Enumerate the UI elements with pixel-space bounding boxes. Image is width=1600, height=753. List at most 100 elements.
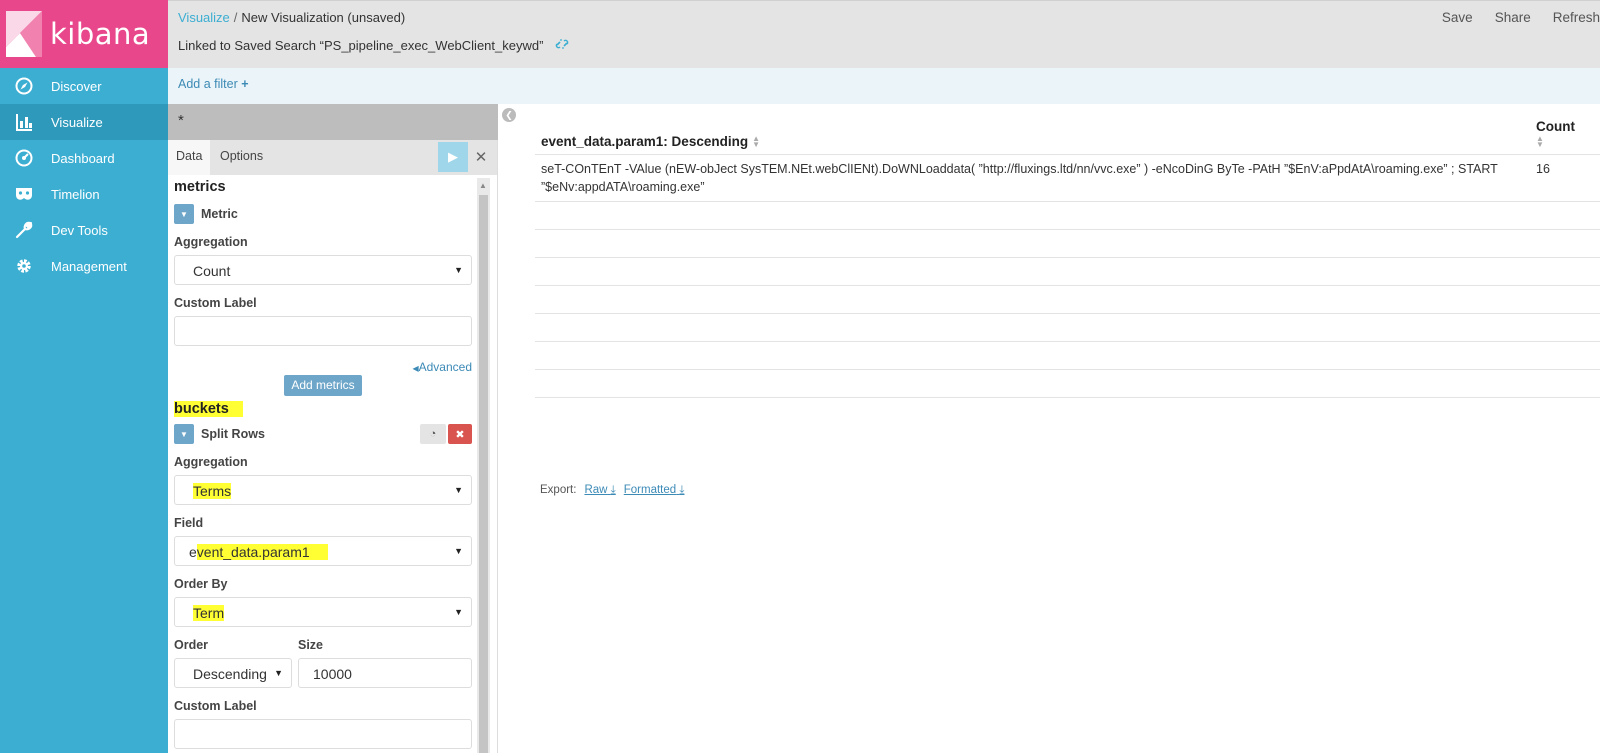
order-select[interactable]: Descending ▼ bbox=[174, 658, 292, 688]
breadcrumb-current: New Visualization (unsaved) bbox=[241, 10, 406, 25]
compass-icon bbox=[14, 76, 34, 96]
column-header-count[interactable]: Count ▲ ▼ bbox=[1530, 104, 1600, 154]
metric-aggregation-value: Count bbox=[193, 263, 231, 279]
nav-discover[interactable]: Discover bbox=[0, 68, 168, 104]
nav-management[interactable]: Management bbox=[0, 248, 168, 284]
nav-visualize[interactable]: Visualize bbox=[0, 104, 168, 140]
unlink-icon[interactable] bbox=[555, 38, 569, 53]
play-icon: ▶ bbox=[448, 149, 458, 164]
tab-data[interactable]: Data bbox=[168, 140, 211, 175]
collapse-sidebar-button[interactable]: ❮ bbox=[502, 108, 516, 122]
column-header-term[interactable]: event_data.param1: Descending ▲ ▼ bbox=[535, 104, 1530, 154]
kibana-logo[interactable]: kibana bbox=[0, 0, 168, 68]
bucket-aggregation-label: Aggregation bbox=[174, 455, 248, 469]
nav-timelion[interactable]: Timelion bbox=[0, 176, 168, 212]
nav-dev-tools[interactable]: Dev Tools bbox=[0, 212, 168, 248]
empty-cell bbox=[535, 228, 1530, 257]
discard-changes-button[interactable]: ✕ bbox=[470, 146, 492, 168]
refresh-button[interactable]: Refresh bbox=[1553, 10, 1600, 25]
dropdown-arrow-icon: ▼ bbox=[454, 265, 463, 275]
tab-options[interactable]: Options bbox=[220, 149, 263, 163]
table-row-empty bbox=[535, 256, 1600, 285]
top-actions: Save Share Refresh bbox=[1442, 10, 1600, 25]
plus-icon: + bbox=[241, 77, 249, 91]
bucket-custom-label-input[interactable] bbox=[174, 719, 472, 749]
order-by-select[interactable]: Term ▼ bbox=[174, 597, 472, 627]
toggle-icon: ◔ bbox=[429, 428, 437, 440]
close-icon: ✖ bbox=[455, 428, 465, 441]
size-input[interactable]: 10000 bbox=[298, 658, 472, 688]
empty-cell bbox=[1530, 284, 1600, 313]
empty-cell bbox=[1530, 256, 1600, 285]
chevron-down-icon[interactable]: ▼ bbox=[174, 204, 194, 224]
scrollbar-thumb[interactable] bbox=[479, 195, 488, 753]
metric-custom-label-label: Custom Label bbox=[174, 296, 257, 310]
kibana-logo-icon bbox=[6, 11, 42, 57]
order-column: Order Descending ▼ bbox=[174, 627, 292, 688]
save-button[interactable]: Save bbox=[1442, 10, 1473, 25]
wrench-icon bbox=[14, 220, 34, 240]
bucket-custom-label-label: Custom Label bbox=[174, 699, 257, 713]
add-metrics-button[interactable]: Add metrics bbox=[284, 375, 362, 396]
column-header-label: Count bbox=[1536, 118, 1575, 134]
advanced-toggle[interactable]: ◀Advanced bbox=[174, 360, 472, 374]
dropdown-arrow-icon: ▼ bbox=[271, 668, 283, 678]
table-row-empty bbox=[535, 228, 1600, 257]
scroll-up-arrow[interactable]: ▲ bbox=[479, 181, 487, 190]
size-column: Size 10000 bbox=[298, 627, 472, 688]
add-filter-button[interactable]: Add a filter + bbox=[178, 77, 249, 91]
download-icon: ⤓ bbox=[679, 484, 685, 496]
export-formatted-link[interactable]: Formatted ⤓ bbox=[624, 484, 685, 497]
linked-search: Linked to Saved Search “PS_pipeline_exec… bbox=[178, 38, 569, 53]
editor-tabs: Data Options ▶ ✕ bbox=[168, 140, 497, 175]
metric-custom-label-input[interactable] bbox=[174, 316, 472, 346]
linked-search-label: Linked to Saved Search “PS_pipeline_exec… bbox=[178, 38, 544, 53]
close-icon: ✕ bbox=[474, 149, 488, 166]
breadcrumb-visualize-link[interactable]: Visualize bbox=[178, 10, 230, 25]
nav-dashboard[interactable]: Dashboard bbox=[0, 140, 168, 176]
bucket-agg-controls: ◔ ✖ bbox=[420, 424, 472, 444]
table-row-empty bbox=[535, 200, 1600, 229]
mask-icon bbox=[14, 184, 34, 204]
order-label: Order bbox=[174, 638, 209, 652]
field-select[interactable]: event_data.param1 ▼ bbox=[174, 536, 472, 566]
sort-icon[interactable]: ▲ ▼ bbox=[752, 134, 760, 148]
nav-label: Dashboard bbox=[51, 150, 115, 166]
sort-icon[interactable]: ▲ ▼ bbox=[1536, 134, 1544, 148]
order-size-row: Order Descending ▼ Size 10000 bbox=[174, 627, 472, 688]
vis-editor-sidebar: Data Options ▶ ✕ ▲ metrics ▼ Metric Aggr… bbox=[168, 140, 498, 753]
chevron-down-icon[interactable]: ▼ bbox=[174, 424, 194, 444]
table-row-empty bbox=[535, 396, 1600, 425]
dropdown-arrow-icon: ▼ bbox=[454, 485, 463, 495]
table-header-row: event_data.param1: Descending ▲ ▼ Count ▲ ▼ bbox=[535, 104, 1600, 154]
add-filter-label: Add a filter bbox=[178, 77, 238, 91]
metric-agg-title: Metric bbox=[201, 207, 238, 221]
order-value: Descending bbox=[193, 666, 267, 682]
empty-cell bbox=[535, 340, 1530, 369]
bar-chart-icon bbox=[14, 112, 34, 132]
dropdown-arrow-icon: ▼ bbox=[454, 607, 463, 617]
empty-cell bbox=[535, 396, 1530, 425]
empty-cell bbox=[535, 256, 1530, 285]
export-formatted-label: Formatted bbox=[623, 484, 677, 496]
export-raw-link[interactable]: Raw ⤓ bbox=[584, 484, 615, 497]
toggle-agg-button[interactable]: ◔ bbox=[420, 424, 446, 444]
empty-cell bbox=[535, 312, 1530, 341]
metric-aggregation-select[interactable]: Count ▼ bbox=[174, 255, 472, 285]
count-cell: 16 bbox=[1530, 153, 1600, 201]
export-bar: Export: Raw ⤓ Formatted ⤓ bbox=[540, 484, 684, 497]
bucket-agg-header: ▼ Split Rows ◔ ✖ bbox=[174, 424, 472, 444]
table-row-empty bbox=[535, 368, 1600, 397]
apply-changes-button[interactable]: ▶ bbox=[438, 142, 468, 172]
nav-label: Management bbox=[51, 258, 127, 274]
empty-cell bbox=[535, 368, 1530, 397]
remove-agg-button[interactable]: ✖ bbox=[448, 424, 472, 444]
editor-scrollbar[interactable]: ▲ bbox=[477, 178, 490, 753]
share-button[interactable]: Share bbox=[1495, 10, 1531, 25]
bucket-aggregation-select[interactable]: Terms ▼ bbox=[174, 475, 472, 505]
empty-cell bbox=[1530, 340, 1600, 369]
export-label: Export: bbox=[540, 484, 577, 496]
export-raw-label: Raw bbox=[584, 484, 608, 496]
kibana-logo-text: kibana bbox=[50, 17, 151, 51]
query-input[interactable]: * bbox=[168, 104, 498, 140]
